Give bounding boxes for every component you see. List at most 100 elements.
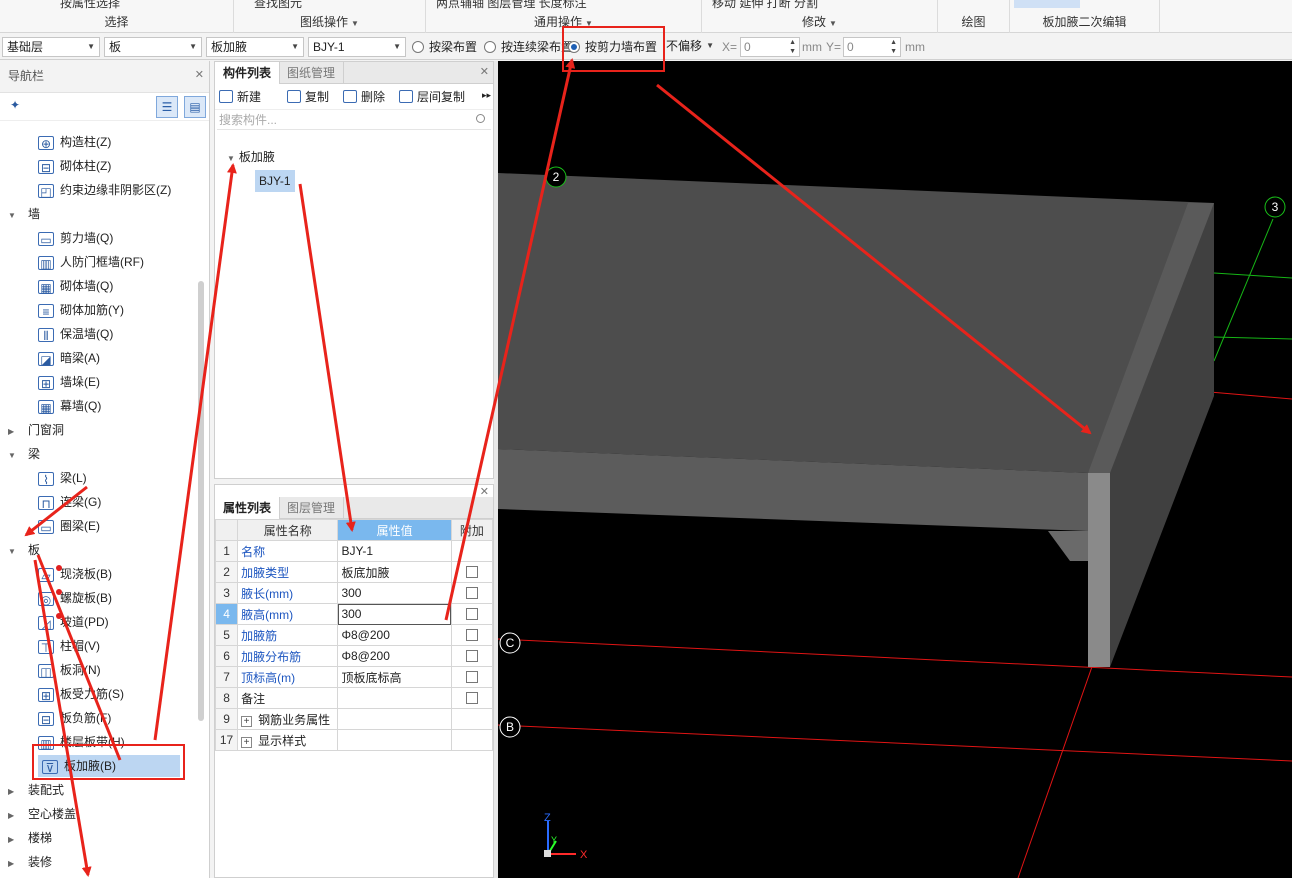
nav-item[interactable]: ▭ 剪力墙(Q) [38, 227, 113, 249]
checkbox[interactable] [465, 629, 478, 641]
nav-category[interactable]: ▼ 墙 [8, 203, 40, 225]
tab-component-list[interactable]: 构件列表 [215, 62, 281, 84]
tab-drawing-management[interactable]: 图纸管理 [279, 62, 345, 84]
property-row[interactable]: 8 备注 [214, 687, 494, 709]
nav-category[interactable]: ▼ 梁 [8, 443, 40, 465]
property-value[interactable]: Φ8@200 [337, 624, 452, 646]
nav-category[interactable]: ▶ 空心楼盖 [8, 803, 76, 825]
checkbox[interactable] [465, 671, 478, 683]
offset-select[interactable]: 不偏移 ▼ [662, 37, 718, 57]
chevron-down-icon[interactable]: ▼ [8, 205, 20, 227]
nav-item[interactable]: ▥ 人防门框墙(RF) [38, 251, 144, 273]
3d-viewport[interactable]: 2 3 C B Z X Y [498, 61, 1292, 878]
chevron-right-icon[interactable]: ▶ [8, 781, 20, 803]
property-row[interactable]: 6 加腋分布筋 Φ8@200 [214, 645, 494, 667]
chevron-right-icon[interactable]: ▶ [8, 421, 20, 443]
nav-category[interactable]: ▶ 装修 [8, 851, 52, 873]
nav-category[interactable]: ▶ 装配式 [8, 779, 64, 801]
close-icon[interactable]: ✕ [480, 65, 489, 78]
ribbon-cut-text[interactable]: 移动 延伸 打断 分割 [712, 0, 818, 11]
nav-item[interactable]: ⊽ 板加腋(B) [38, 755, 180, 777]
close-icon[interactable]: ✕ [195, 61, 204, 90]
haunch-face[interactable] [1048, 531, 1088, 561]
nav-item[interactable]: ⦀ 保温墙(Q) [38, 323, 113, 345]
chevron-down-icon[interactable]: ▼ [829, 19, 837, 28]
chevron-right-icon[interactable]: ▶ [8, 829, 20, 851]
property-value[interactable]: 板底加腋 [337, 561, 452, 583]
nav-category[interactable]: ▼ 板 [8, 539, 40, 561]
property-row[interactable]: 2 加腋类型 板底加腋 [214, 561, 494, 583]
type-select[interactable]: 板加腋 ▼ [206, 37, 304, 57]
ribbon-button-highlight[interactable] [1014, 0, 1080, 8]
checkbox[interactable] [465, 608, 478, 620]
nav-item[interactable]: ◰ 约束边缘非阴影区(Z) [38, 179, 171, 201]
nav-item[interactable]: ≡ 砌体加筋(Y) [38, 299, 124, 321]
nav-scrollbar[interactable] [198, 281, 204, 721]
property-row[interactable]: 7 顶标高(m) 顶板底标高 [214, 666, 494, 688]
nav-item[interactable]: ▦ 砌体墙(Q) [38, 275, 113, 297]
nav-item[interactable]: ▦ 幕墙(Q) [38, 395, 101, 417]
wall-front-face[interactable] [1088, 473, 1110, 667]
nav-item[interactable]: ⌇ 梁(L) [38, 467, 87, 489]
nav-item[interactable]: ◫ 板洞(N) [38, 659, 101, 681]
property-value[interactable]: 顶板底标高 [337, 666, 452, 688]
checkbox[interactable] [465, 692, 478, 704]
ribbon-cut-text[interactable]: 查找图元 [254, 0, 302, 11]
property-value[interactable]: 300 [337, 582, 452, 604]
property-value[interactable] [337, 729, 452, 751]
component-select[interactable]: BJY-1 ▼ [308, 37, 406, 57]
nav-item[interactable]: ▱ 现浇板(B) [38, 563, 112, 585]
property-value[interactable]: BJY-1 [337, 540, 452, 562]
nav-category[interactable]: ▶ 楼梯 [8, 827, 52, 849]
spinner-arrows-icon[interactable]: ▲ ▼ [890, 38, 897, 56]
expand-icon[interactable]: + [241, 736, 253, 748]
nav-item[interactable]: ◎ 螺旋板(B) [38, 587, 112, 609]
expand-icon[interactable]: + [241, 715, 253, 727]
chevron-down-icon[interactable]: ▼ [351, 19, 359, 28]
radio-by-shear-wall[interactable]: 按剪力墙布置 [568, 39, 657, 55]
property-value[interactable] [337, 708, 452, 730]
nav-item[interactable]: ⊟ 板负筋(F) [38, 707, 111, 729]
checkbox[interactable] [465, 587, 478, 599]
floor-select[interactable]: 基础层 ▼ [2, 37, 100, 57]
chevron-right-icon[interactable]: ▶ [8, 805, 20, 827]
tab-property-list[interactable]: 属性列表 [215, 497, 281, 519]
tree-item-selected[interactable]: BJY-1 [255, 170, 295, 192]
property-row[interactable]: 9 + 钢筋业务属性 [214, 708, 494, 730]
tab-layer-management[interactable]: 图层管理 [279, 497, 345, 519]
property-row[interactable]: 1 名称 BJY-1 [214, 540, 494, 562]
component-search-input[interactable]: 搜索构件... [217, 110, 491, 130]
viewport-canvas[interactable]: 2 3 C B Z X Y [498, 61, 1292, 878]
radio-by-beam[interactable]: 按梁布置 [412, 39, 477, 55]
property-row[interactable]: 4 腋高(mm) 300 [214, 603, 494, 625]
tree-group[interactable]: ▼ 板加腋 [227, 148, 275, 165]
checkbox[interactable] [465, 566, 478, 578]
property-row[interactable]: 17 + 显示样式 [214, 729, 494, 751]
delete-button[interactable]: 删除 [343, 88, 385, 105]
property-row[interactable]: 3 腋长(mm) 300 [214, 582, 494, 604]
list-view-icon[interactable]: ☰ [156, 96, 178, 118]
property-value[interactable] [337, 687, 452, 709]
pin-icon[interactable]: ✦ [10, 98, 20, 112]
copy-button[interactable]: 复制 [287, 88, 329, 105]
ribbon-cut-text[interactable]: 按属性选择 [60, 0, 120, 11]
nav-item[interactable]: ⊟ 砌体柱(Z) [38, 155, 111, 177]
more-icon[interactable]: ▸▸ [482, 90, 491, 101]
nav-item[interactable]: ⊤ 柱帽(V) [38, 635, 100, 657]
nav-category[interactable]: ▶ 门窗洞 [8, 419, 64, 441]
property-value[interactable]: 300 [337, 603, 452, 625]
x-input[interactable]: 0 ▲ ▼ [740, 37, 800, 57]
nav-item[interactable]: ◪ 暗梁(A) [38, 347, 100, 369]
spinner-arrows-icon[interactable]: ▲ ▼ [789, 38, 796, 56]
chevron-down-icon[interactable]: ▼ [8, 445, 20, 467]
property-value[interactable]: Φ8@200 [337, 645, 452, 667]
new-button[interactable]: 新建 [219, 88, 261, 105]
chevron-right-icon[interactable]: ▶ [8, 853, 20, 875]
category-select[interactable]: 板 ▼ [104, 37, 202, 57]
nav-item[interactable]: ⊞ 板受力筋(S) [38, 683, 124, 705]
y-input[interactable]: 0 ▲ ▼ [843, 37, 901, 57]
nav-item[interactable]: ⊞ 墙垛(E) [38, 371, 100, 393]
checkbox[interactable] [465, 650, 478, 662]
nav-item[interactable]: ▥ 楼层板带(H) [38, 731, 125, 753]
floor-copy-button[interactable]: 层间复制 [399, 88, 465, 105]
